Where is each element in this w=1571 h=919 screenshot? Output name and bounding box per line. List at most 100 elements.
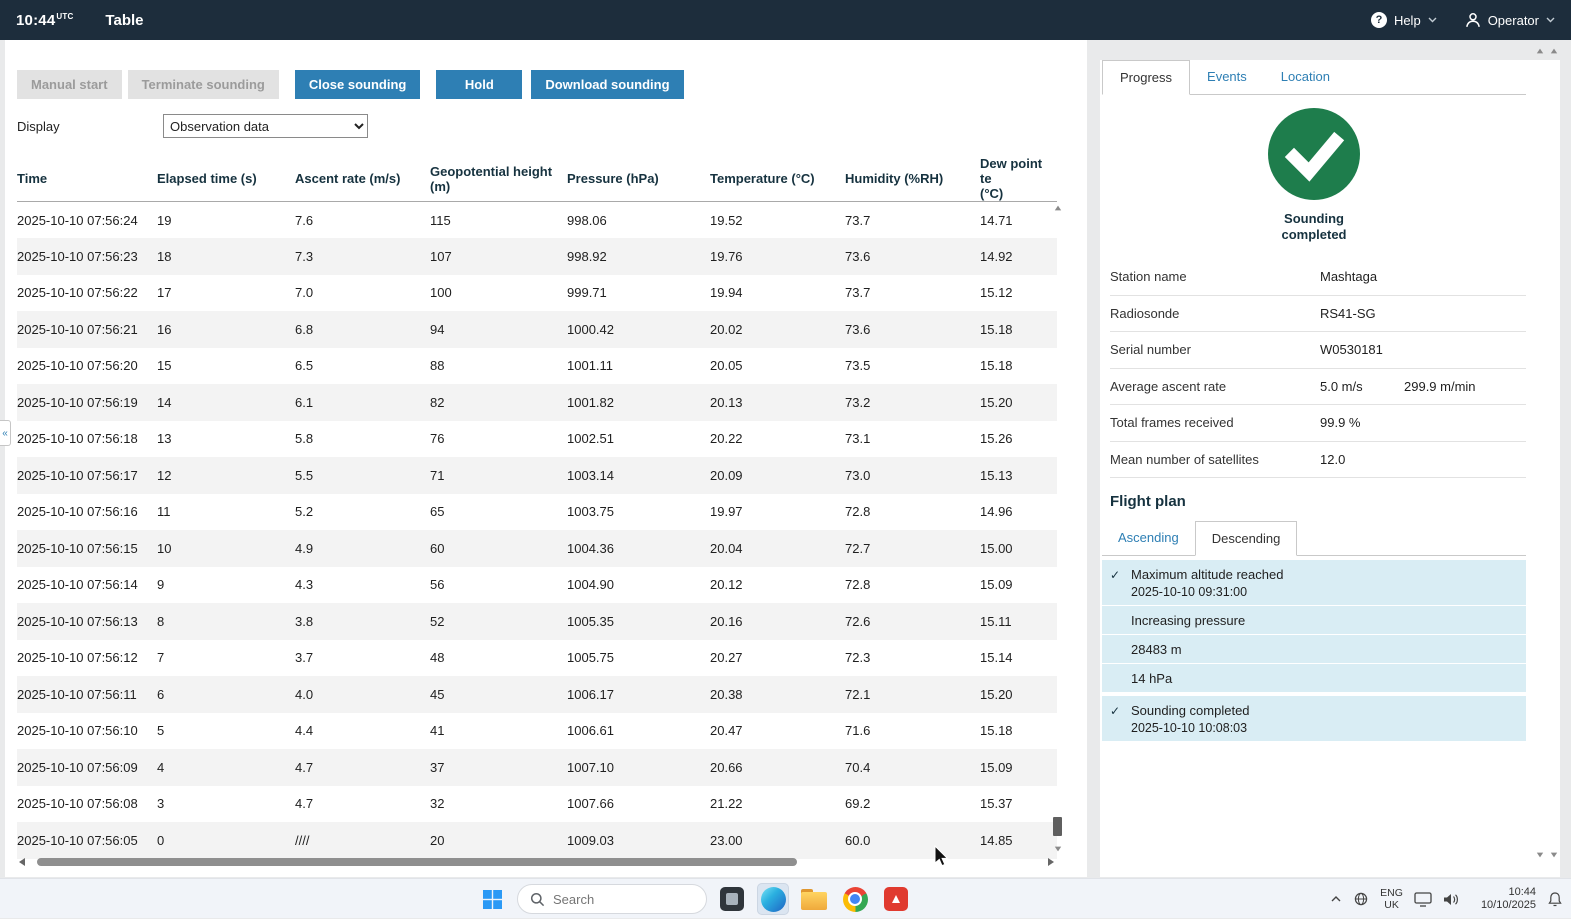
operator-menu[interactable]: Operator: [1465, 12, 1555, 28]
page-scroll-up-arrows[interactable]: [1536, 48, 1558, 54]
hidden-icons-chevron[interactable]: [1330, 895, 1342, 903]
table-cell: 1001.11: [567, 358, 614, 374]
sounding-completed-icon: [1268, 108, 1360, 200]
tab-events[interactable]: Events: [1190, 60, 1264, 94]
volume-icon[interactable]: [1443, 892, 1460, 907]
scroll-down-icon[interactable]: [1550, 852, 1558, 858]
tab-location[interactable]: Location: [1264, 60, 1347, 94]
table-cell: 7.6: [295, 212, 314, 228]
manual-start-button: Manual start: [17, 70, 122, 99]
display-select[interactable]: Observation data: [163, 114, 368, 138]
table-row[interactable]: 2025-10-10 07:56:22 17 7.0 100 999.71 19.94 73…: [17, 275, 1057, 312]
utc-clock: 10:44UTC: [16, 12, 73, 29]
monitor-icon[interactable]: [1414, 891, 1432, 907]
table-row[interactable]: 2025-10-10 07:56:08 3 4.7 32 1007.66 21.22 69.…: [17, 786, 1057, 823]
search-input[interactable]: [553, 891, 683, 907]
start-button[interactable]: [476, 883, 508, 915]
table-row[interactable]: 2025-10-10 07:56:18 13 5.8 76 1002.51 20.22 73…: [17, 421, 1057, 458]
scroll-down-icon[interactable]: [1536, 852, 1544, 858]
language-indicator[interactable]: ENG UK: [1380, 887, 1403, 911]
info-list: Station name Mashtaga Radiosonde RS41-SG Ser…: [1110, 259, 1526, 478]
scroll-up-icon[interactable]: [1550, 48, 1558, 54]
table-cell: 1005.75: [567, 650, 614, 666]
event-timestamp: 2025-10-10 10:08:03: [1131, 721, 1248, 735]
help-menu[interactable]: ? Help: [1370, 12, 1437, 28]
table-row[interactable]: 2025-10-10 07:56:17 12 5.5 71 1003.14 20.09 73…: [17, 457, 1057, 494]
scroll-down-icon[interactable]: [1054, 846, 1062, 852]
utc-label: UTC: [56, 11, 74, 21]
notifications-icon[interactable]: [1547, 891, 1563, 908]
table-cell: 2025-10-10 07:56:12: [17, 650, 138, 666]
flight-plan-tab-descending[interactable]: Descending: [1194, 521, 1298, 556]
table-row[interactable]: 2025-10-10 07:56:14 9 4.3 56 1004.90 20.12 72.…: [17, 567, 1057, 604]
flight-plan-event-text: 28483 m: [1131, 642, 1182, 657]
horizontal-scrollbar[interactable]: [19, 856, 1054, 868]
table-cell: 45: [430, 686, 445, 702]
info-row-total-frames-received: Total frames received 99.9 %: [1110, 405, 1526, 442]
check-placeholder: [1110, 613, 1131, 628]
display-row: Display Observation data: [5, 114, 1087, 138]
table-cell: 2025-10-10 07:56:14: [17, 577, 138, 593]
column-header-humidity-rh: Humidity (%RH): [845, 156, 980, 202]
network-icon[interactable]: [1353, 891, 1369, 907]
table-cell: 73.7: [845, 212, 871, 228]
page-scroll-down-arrows[interactable]: [1536, 852, 1558, 858]
table-cell: 2025-10-10 07:56:16: [17, 504, 138, 520]
info-row-radiosonde: Radiosonde RS41-SG: [1110, 296, 1526, 332]
app-icon-dark-window[interactable]: [716, 883, 748, 915]
table-cell: 18: [157, 248, 172, 264]
table-cell: 998.06: [567, 212, 607, 228]
flight-plan-tab-ascending[interactable]: Ascending: [1102, 521, 1195, 555]
scroll-left-icon[interactable]: [19, 858, 25, 866]
scroll-up-icon[interactable]: [1054, 205, 1062, 211]
table-cell: 76: [430, 431, 445, 447]
table-cell: 1003.14: [567, 467, 614, 483]
table-cell: 2025-10-10 07:56:15: [17, 540, 138, 556]
table-row[interactable]: 2025-10-10 07:56:10 5 4.4 41 1006.61 20.47 71.…: [17, 713, 1057, 750]
horizontal-scroll-thumb[interactable]: [37, 858, 797, 866]
edge-browser-button[interactable]: [757, 883, 789, 915]
chrome-browser-button[interactable]: [839, 883, 871, 915]
download-sounding-button[interactable]: Download sounding: [531, 70, 684, 99]
search-icon: [530, 892, 545, 906]
red-app-button[interactable]: [880, 883, 912, 915]
vertical-scroll-thumb[interactable]: [1053, 817, 1062, 836]
table-row[interactable]: 2025-10-10 07:56:05 0 //// 20 1009.03 23.00 60…: [17, 822, 1057, 859]
taskbar-search[interactable]: [517, 884, 707, 914]
table-cell: 1001.82: [567, 394, 614, 410]
table-cell: 2025-10-10 07:56:19: [17, 394, 138, 410]
table-cell: 3.7: [295, 650, 314, 666]
table-row[interactable]: 2025-10-10 07:56:21 16 6.8 94 1000.42 20.02 73…: [17, 311, 1057, 348]
table-row[interactable]: 2025-10-10 07:56:15 10 4.9 60 1004.36 20.04 72…: [17, 530, 1057, 567]
table-cell: 4.7: [295, 759, 314, 775]
table-row[interactable]: 2025-10-10 07:56:23 18 7.3 107 998.92 19.76 73…: [17, 238, 1057, 275]
scroll-up-icon[interactable]: [1536, 48, 1544, 54]
table-row[interactable]: 2025-10-10 07:56:12 7 3.7 48 1005.75 20.27 72.…: [17, 640, 1057, 677]
table-row[interactable]: 2025-10-10 07:56:24 19 7.6 115 998.06 19.52 73…: [17, 202, 1057, 239]
table-row[interactable]: 2025-10-10 07:56:09 4 4.7 37 1007.10 20.66 70.…: [17, 749, 1057, 786]
table-cell: 3: [157, 796, 165, 812]
close-sounding-button[interactable]: Close sounding: [294, 70, 421, 99]
collapse-panel-button[interactable]: «: [0, 420, 11, 446]
hold-button[interactable]: Hold: [436, 70, 523, 99]
tab-progress[interactable]: Progress: [1102, 60, 1191, 95]
language-line1: ENG: [1380, 887, 1403, 899]
table-row[interactable]: 2025-10-10 07:56:11 6 4.0 45 1006.17 20.38 72.…: [17, 676, 1057, 713]
flight-plan-event: 28483 m: [1102, 635, 1526, 663]
table-cell: 20.12: [710, 577, 743, 593]
table-row[interactable]: 2025-10-10 07:56:13 8 3.8 52 1005.35 20.16 72.…: [17, 603, 1057, 640]
table-cell: 72.8: [845, 577, 871, 593]
event-timestamp: 2025-10-10 09:31:00: [1131, 585, 1248, 599]
vertical-scrollbar[interactable]: [1053, 202, 1063, 852]
table-cell: 73.1: [845, 431, 871, 447]
table-cell: 4.9: [295, 540, 314, 556]
file-explorer-button[interactable]: [798, 883, 830, 915]
table-cell: 16: [157, 321, 172, 337]
table-row[interactable]: 2025-10-10 07:56:19 14 6.1 82 1001.82 20.13 73…: [17, 384, 1057, 421]
scroll-right-icon[interactable]: [1048, 858, 1054, 866]
table-row[interactable]: 2025-10-10 07:56:20 15 6.5 88 1001.11 20.05 73…: [17, 348, 1057, 385]
table-cell: 2025-10-10 07:56:13: [17, 613, 138, 629]
table-row[interactable]: 2025-10-10 07:56:16 11 5.2 65 1003.75 19.97 72…: [17, 494, 1057, 531]
table-cell: 2025-10-10 07:56:23: [17, 248, 138, 264]
taskbar-clock[interactable]: 10:44 10/10/2025: [1481, 886, 1536, 913]
